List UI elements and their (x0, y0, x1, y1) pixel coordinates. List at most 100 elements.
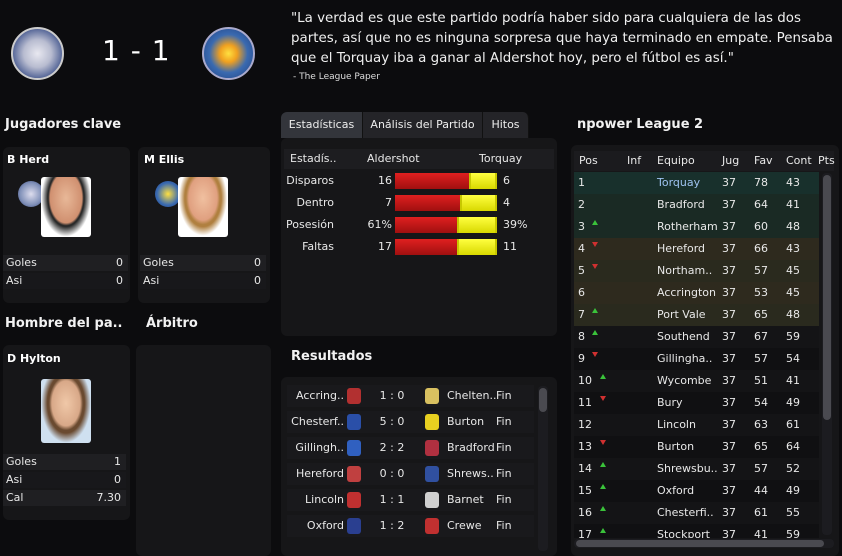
league-goals-against: 61 (786, 418, 800, 431)
league-vertical-scrollbar[interactable] (822, 173, 832, 535)
league-goals-for: 63 (754, 418, 768, 431)
league-team[interactable]: Rotherham (657, 220, 718, 233)
league-vertical-scrollbar-thumb[interactable] (823, 175, 831, 420)
league-team[interactable]: Burton (657, 440, 694, 453)
result-status: Fin (496, 519, 512, 532)
result-row[interactable]: Hereford 0 : 0 Shrews.. Fin (287, 463, 534, 485)
league-row[interactable]: 10 Wycombe 37 51 41 (574, 370, 819, 392)
league-row[interactable]: 4 Hereford 37 66 43 (574, 238, 819, 260)
league-team[interactable]: Southend (657, 330, 710, 343)
league-team[interactable]: Gillingha.. (657, 352, 712, 365)
result-home-team: Gillingh.. (295, 441, 344, 454)
result-away-team: Shrews.. (447, 467, 494, 480)
tab-milestones[interactable]: Hitos (483, 112, 529, 138)
tab-statistics[interactable]: Estadísticas (281, 112, 363, 138)
assists-label: Asi (143, 274, 160, 287)
stat-row: Dentro 7 4 (283, 193, 554, 213)
league-row[interactable]: 5 Northam.. 37 57 45 (574, 260, 819, 282)
league-team[interactable]: Bradford (657, 198, 705, 211)
col-pos[interactable]: Pos (579, 154, 598, 167)
col-inf[interactable]: Inf (627, 154, 641, 167)
league-team[interactable]: Accrington (657, 286, 716, 299)
results-scrollbar[interactable] (538, 386, 548, 551)
stat-home-value: 7 (385, 196, 392, 209)
key-player-away-card[interactable]: M Ellis Goles 0 Asi 0 (138, 147, 270, 303)
league-pos: 16 (578, 506, 592, 519)
league-pos: 4 (578, 242, 585, 255)
col-goals-against[interactable]: Cont (786, 154, 812, 167)
league-row[interactable]: 2 Bradford 37 64 41 (574, 194, 819, 216)
home-crest-icon (347, 492, 361, 508)
assists-label: Asi (6, 274, 23, 287)
col-team[interactable]: Equipo (657, 154, 695, 167)
league-horizontal-scrollbar-thumb[interactable] (576, 540, 824, 547)
league-team[interactable]: Torquay (657, 176, 700, 189)
stat-home-value: 17 (378, 240, 392, 253)
result-row[interactable]: Lincoln 1 : 1 Barnet Fin (287, 489, 534, 511)
trend-up-icon (592, 220, 598, 225)
goals-label: Goles (6, 256, 37, 269)
league-row[interactable]: 16 Chesterfi.. 37 61 55 (574, 502, 819, 524)
stat-home-value: 16 (378, 174, 392, 187)
result-away-team: Burton (447, 415, 485, 428)
goals-row: Goles 0 (3, 255, 128, 271)
league-team[interactable]: Bury (657, 396, 683, 409)
league-goals-for: 51 (754, 374, 768, 387)
league-goals-against: 41 (786, 198, 800, 211)
league-row[interactable]: 13 Burton 37 65 64 (574, 436, 819, 458)
result-row[interactable]: Oxford 1 : 2 Crewe Fin (287, 515, 534, 537)
league-row[interactable]: 11 Bury 37 54 49 (574, 392, 819, 414)
league-row[interactable]: 7 Port Vale 37 65 48 (574, 304, 819, 326)
motm-name: D Hylton (7, 352, 61, 365)
league-team[interactable]: Hereford (657, 242, 705, 255)
key-players-title: Jugadores clave (5, 117, 122, 132)
league-played: 37 (722, 308, 736, 321)
league-horizontal-scrollbar[interactable] (574, 539, 834, 548)
league-team[interactable]: Oxford (657, 484, 694, 497)
league-team[interactable]: Northam.. (657, 264, 712, 277)
result-row[interactable]: Chesterf.. 5 : 0 Burton Fin (287, 411, 534, 433)
tab-match-analysis[interactable]: Análisis del Partido (363, 112, 483, 138)
stat-bar-away (459, 217, 495, 233)
league-row[interactable]: 14 Shrewsbu.. 37 57 52 (574, 458, 819, 480)
key-player-home-card[interactable]: B Herd Goles 0 Asi 0 (3, 147, 130, 303)
result-home-team: Chesterf.. (291, 415, 344, 428)
league-goals-for: 67 (754, 330, 768, 343)
col-played[interactable]: Jug (722, 154, 739, 167)
league-played: 37 (722, 198, 736, 211)
league-team[interactable]: Chesterfi.. (657, 506, 714, 519)
league-row[interactable]: 1 Torquay 37 78 43 (574, 172, 819, 194)
league-row[interactable]: 6 Accrington 37 53 45 (574, 282, 819, 304)
league-played: 37 (722, 220, 736, 233)
league-row[interactable]: 3 Rotherham 37 60 48 (574, 216, 819, 238)
stat-bar-home (395, 173, 469, 189)
league-row[interactable]: 15 Oxford 37 44 49 (574, 480, 819, 502)
league-row[interactable]: 9 Gillingha.. 37 57 54 (574, 348, 819, 370)
league-team[interactable]: Shrewsbu.. (657, 462, 718, 475)
league-pos: 2 (578, 198, 585, 211)
league-team[interactable]: Port Vale (657, 308, 706, 321)
home-crest-icon (347, 388, 361, 404)
goals-row: Goles 0 (140, 255, 266, 271)
assists-row: Asi 0 (3, 273, 128, 289)
league-team[interactable]: Lincoln (657, 418, 696, 431)
league-team[interactable]: Stockport (657, 528, 710, 538)
assists-row: Asi 0 (140, 273, 266, 289)
col-goals-for[interactable]: Fav (754, 154, 773, 167)
league-goals-against: 64 (786, 440, 800, 453)
result-status: Fin (496, 493, 512, 506)
result-row[interactable]: Gillingh.. 2 : 2 Bradford Fin (287, 437, 534, 459)
home-crest-icon (347, 414, 361, 430)
rating-label: Cal (6, 491, 24, 504)
league-row[interactable]: 8 Southend 37 67 59 (574, 326, 819, 348)
col-points[interactable]: Pts (818, 154, 835, 167)
league-played: 37 (722, 506, 736, 519)
result-row[interactable]: Accring.. 1 : 0 Chelten.. Fin (287, 385, 534, 407)
league-row[interactable]: 17 Stockport 37 41 59 (574, 524, 819, 538)
league-row[interactable]: 12 Lincoln 37 63 61 (574, 414, 819, 436)
league-team[interactable]: Wycombe (657, 374, 711, 387)
results-scrollbar-thumb[interactable] (539, 388, 547, 412)
league-goals-against: 43 (786, 176, 800, 189)
home-crest-icon (347, 518, 361, 534)
motm-card[interactable]: D Hylton Goles 1 Asi 0 Cal 7.30 (3, 345, 130, 520)
